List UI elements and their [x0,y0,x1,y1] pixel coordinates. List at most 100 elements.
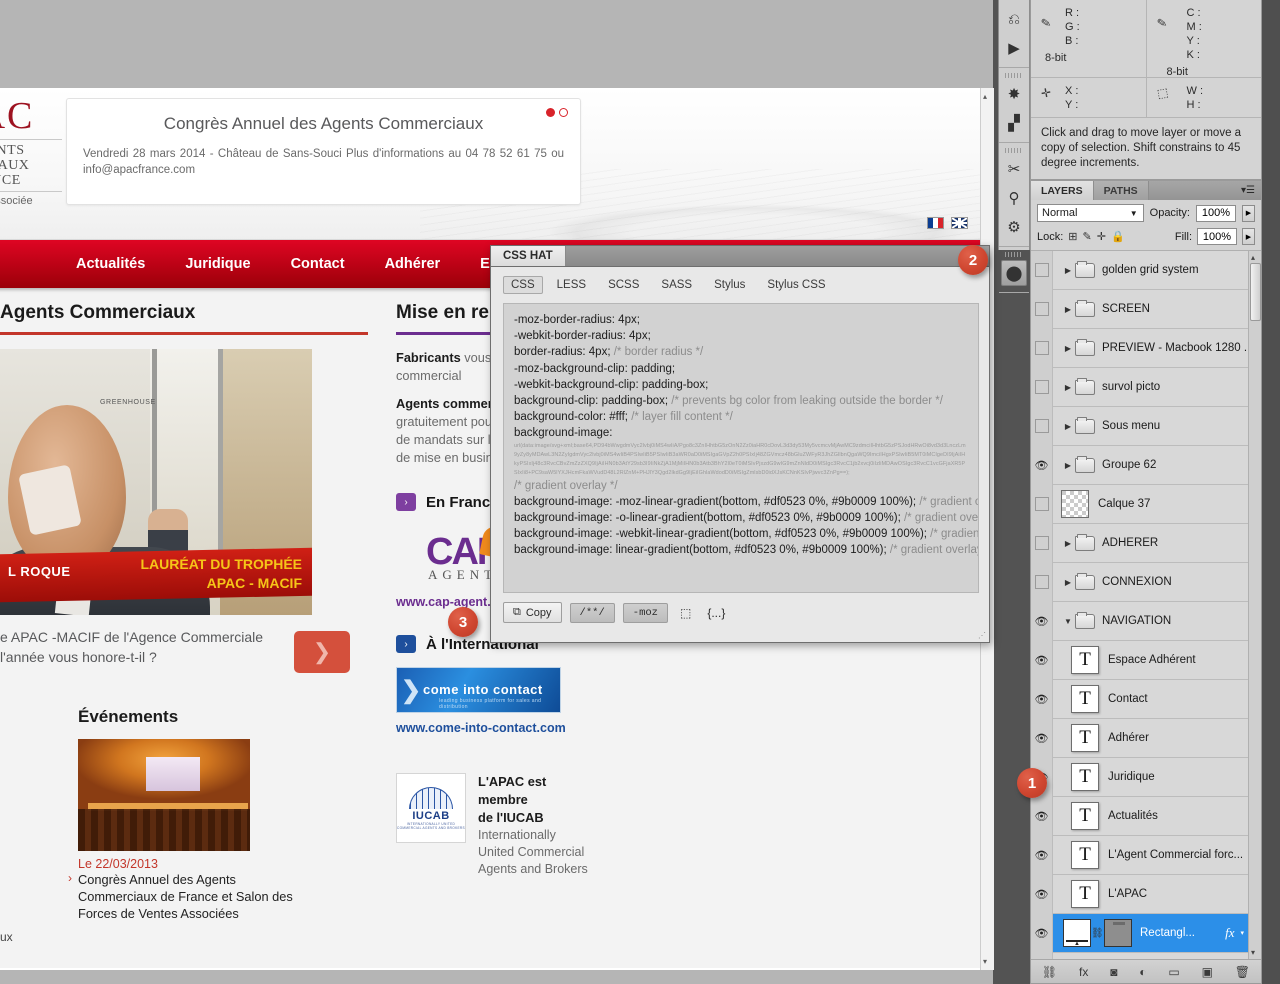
layer-row-screen[interactable]: ▶ SCREEN [1031,289,1261,329]
come-into-contact-banner[interactable]: ❯ come into contact leading business pla… [396,667,561,713]
layers-scroll-thumb[interactable] [1250,263,1261,321]
tab-layers[interactable]: LAYERS [1031,181,1094,200]
navigator-icon[interactable]: ✸ [1001,81,1027,107]
csshat-lang-stylus[interactable]: Stylus [706,276,753,294]
promo-dot-inactive[interactable] [559,108,568,117]
csshat-lang-scss[interactable]: SCSS [600,276,647,294]
lock-position-icon[interactable]: ✛ [1097,230,1106,243]
layer-visibility-toggle[interactable] [1031,406,1053,446]
expand-triangle-icon[interactable]: ▶ [1061,461,1075,470]
lock-transparent-pixels-icon[interactable]: ⊞ [1068,230,1077,243]
csshat-code-output[interactable]: -moz-border-radius: 4px; -webkit-border-… [503,303,979,593]
expand-triangle-icon[interactable]: ▶ [1061,305,1075,314]
layer-visibility-toggle[interactable]: 👁 [1031,796,1053,836]
csshat-language-tabs[interactable]: CSS LESS SCSS SASS Stylus Stylus CSS [491,267,989,301]
nav-item-actualites[interactable]: Actualités [56,256,165,272]
layers-scroll-down-arrow[interactable]: ▾ [1251,948,1255,957]
brushes-icon[interactable]: ⚲ [1001,185,1027,211]
layer-row-golden-grid-system[interactable]: ▶ golden grid system [1031,251,1261,290]
flag-uk-icon[interactable] [951,217,968,229]
csshat-lang-less[interactable]: LESS [549,276,594,294]
layer-visibility-toggle[interactable] [1031,484,1053,524]
dock-grip-4[interactable] [1005,252,1023,257]
layer-visibility-toggle[interactable]: 👁 [1031,640,1053,680]
layers-scroll-up-arrow[interactable]: ▴ [1251,253,1255,262]
opacity-stepper[interactable]: ▶ [1242,204,1255,222]
photoshop-panel-dock[interactable]: ⎌ ▶ ✸ ▞ ✂ ⚲ ⚙ ⬤ [998,0,1030,293]
csshat-lang-stylus-css[interactable]: Stylus CSS [759,276,833,294]
event-title-link[interactable]: Congrès Annuel des Agents Commerciaux de… [78,871,314,922]
layer-row-groupe-62[interactable]: 👁 ▶ Groupe 62 [1031,445,1261,485]
layer-row-agent-commercial[interactable]: 👁 T L'Agent Commercial forc... [1031,835,1261,875]
new-group-icon[interactable]: ▭ [1168,965,1179,979]
layer-visibility-toggle[interactable]: 👁 [1031,913,1053,953]
new-layer-icon[interactable]: ▣ [1202,965,1213,979]
tab-paths[interactable]: PATHS [1093,181,1149,200]
layer-visibility-toggle[interactable]: 👁 [1031,445,1053,485]
site-logo[interactable]: AC ENTS CIAUX NCE e Associée [0,96,66,207]
blend-mode-select[interactable]: Normal ▼ [1037,204,1144,222]
layer-visibility-toggle[interactable]: 👁 [1031,835,1053,875]
layer-row-adherer[interactable]: ▶ ADHERER [1031,523,1261,563]
layer-visibility-toggle[interactable]: 👁 [1031,679,1053,719]
layer-row-decouvrir[interactable]: 👁 ▼ DECOUVRIR [1031,952,1261,959]
layer-mask-icon[interactable]: ◙ [1110,965,1117,979]
csshat-footer[interactable]: ⧉ Copy /**/ -moz ⬚ {...} [491,593,989,623]
layer-row-connexion[interactable]: ▶ CONNEXION [1031,562,1261,602]
layer-style-icon[interactable]: fx [1079,965,1088,979]
event-thumbnail[interactable] [78,739,250,851]
flag-fr-icon[interactable] [927,217,944,229]
selection-icon[interactable]: ⬚ [676,606,695,620]
fill-input[interactable]: 100% [1197,228,1237,245]
next-video-button[interactable]: ❯ [294,631,350,673]
csshat-lang-sass[interactable]: SASS [653,276,700,294]
braces-icon[interactable]: {...} [703,606,729,620]
promo-slider-dots[interactable] [546,108,568,117]
layers-scrollbar[interactable]: ▴ ▾ [1248,251,1261,959]
layer-row-espace-adherent[interactable]: 👁 T Espace Adhérent [1031,640,1261,680]
document-vscroll-up-arrow[interactable]: ▴ [983,92,987,101]
expand-triangle-icon[interactable]: ▶ [1061,422,1075,431]
toggle-moz-prefix-button[interactable]: -moz [622,602,668,623]
toggle-comments-button[interactable]: /**/ [569,602,615,623]
opacity-input[interactable]: 100% [1196,204,1236,222]
layer-visibility-toggle[interactable]: 👁 [1031,952,1053,959]
layer-row-rectangle-selected[interactable]: 👁 ⛓ Rectangl... fx ▾ [1031,913,1261,953]
layer-row-adherer-text[interactable]: 👁 T Adhérer [1031,718,1261,758]
copy-button[interactable]: ⧉ Copy [503,602,562,623]
layer-visibility-toggle[interactable] [1031,328,1053,368]
layer-visibility-toggle[interactable] [1031,289,1053,329]
layers-panel-footer[interactable]: ⛓ fx ◙ ◐ ▭ ▣ 🗑 [1031,959,1261,983]
expand-triangle-icon[interactable]: ▶ [1061,344,1075,353]
tools-icon[interactable]: ✂ [1001,156,1027,182]
come-into-contact-link[interactable]: www.come-into-contact.com [396,721,618,735]
language-flags[interactable] [927,217,968,229]
link-mask-icon[interactable]: ⛓ [1091,928,1104,939]
csshat-resize-grip[interactable]: ⋰ [978,631,986,640]
layers-list[interactable]: ▶ golden grid system ▶ SCREEN ▶ PREVIEW … [1031,251,1261,959]
layers-panel[interactable]: LAYERS PATHS ▾☰ Normal ▼ Opacity: 100% ▶… [1030,180,1262,984]
layer-visibility-toggle[interactable]: 👁 [1031,874,1053,914]
fill-stepper[interactable]: ▶ [1242,228,1255,245]
promo-dot-active[interactable] [546,108,555,117]
csshat-title-tab[interactable]: CSS HAT [491,246,566,266]
lock-all-icon[interactable]: 🔒 [1111,230,1125,243]
layer-row-preview-macbook[interactable]: ▶ PREVIEW - Macbook 1280 ... [1031,328,1261,368]
layer-visibility-toggle[interactable] [1031,367,1053,407]
layer-row-sous-menu[interactable]: ▶ Sous menu [1031,406,1261,446]
histogram-icon[interactable]: ▞ [1001,110,1027,136]
nav-item-adherer[interactable]: Adhérer [365,256,461,272]
layer-visibility-toggle[interactable] [1031,251,1053,290]
dock-grip-3[interactable] [1005,148,1023,153]
expand-triangle-icon[interactable]: ▶ [1061,539,1075,548]
layer-effects-caret-icon[interactable]: ▾ [1240,929,1248,937]
layer-row-contact[interactable]: 👁 T Contact [1031,679,1261,719]
layer-visibility-toggle[interactable] [1031,562,1053,602]
layer-visibility-toggle[interactable]: 👁 [1031,718,1053,758]
layers-panel-tabs[interactable]: LAYERS PATHS ▾☰ [1031,181,1261,200]
document-vscroll-down-arrow[interactable]: ▾ [983,957,987,966]
clone-source-icon[interactable]: ⚙ [1001,214,1027,240]
history-icon[interactable]: ⎌ [1001,6,1027,32]
adjustment-layer-icon[interactable]: ◐ [1139,965,1146,979]
layer-row-actualites[interactable]: 👁 T Actualités [1031,796,1261,836]
